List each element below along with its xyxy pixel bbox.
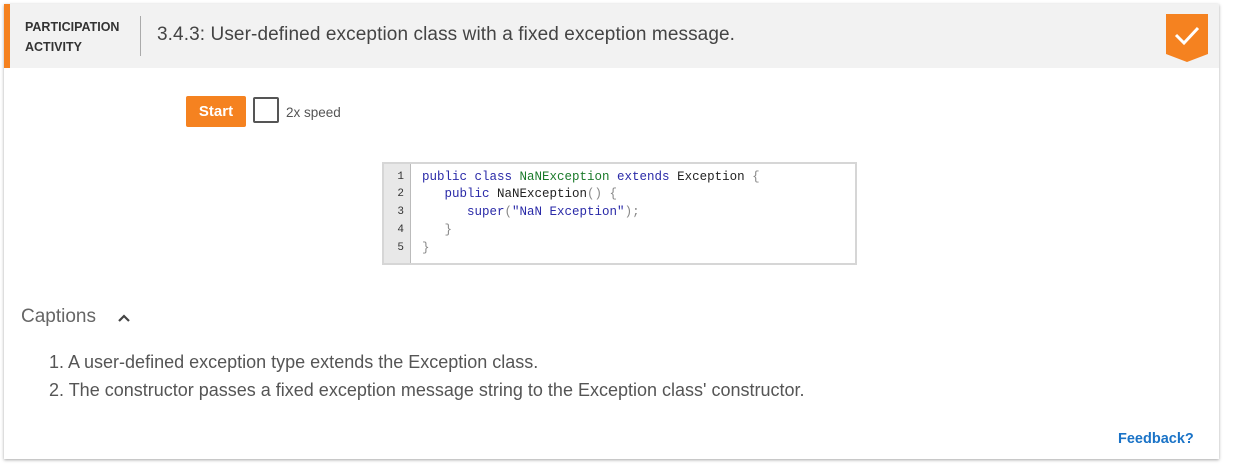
activity-body: Start 2x speed 1 2 3 4 5 public class Na… [4, 68, 1219, 459]
captions-toggle[interactable]: Captions [21, 306, 96, 328]
code-line: public class NaNException extends Except… [422, 170, 760, 184]
line-number-gutter: 1 2 3 4 5 [384, 164, 411, 263]
code-line: public NaNException() { [422, 187, 618, 201]
chevron-up-icon[interactable] [116, 310, 132, 326]
participation-activity-card: PARTICIPATION ACTIVITY 3.4.3: User-defin… [4, 4, 1219, 459]
line-number: 2 [397, 188, 404, 200]
code-line: } [422, 241, 430, 255]
activity-type-label: PARTICIPATION ACTIVITY [25, 17, 135, 57]
line-number: 5 [397, 242, 404, 254]
line-number: 1 [397, 171, 404, 183]
feedback-link[interactable]: Feedback? [1118, 431, 1194, 447]
captions-list: 1. A user-defined exception type extends… [49, 348, 805, 404]
activity-type-line2: ACTIVITY [25, 40, 82, 54]
start-button[interactable]: Start [186, 96, 246, 127]
activity-type-line1: PARTICIPATION [25, 20, 120, 34]
code-line: super("NaN Exception"); [422, 205, 640, 219]
speed-checkbox[interactable] [253, 97, 279, 123]
code-line: } [422, 223, 453, 237]
caption-item: 1. A user-defined exception type extends… [49, 352, 539, 372]
header-divider [140, 16, 141, 56]
checkmark-icon [1166, 14, 1208, 62]
line-number: 4 [397, 224, 404, 236]
activity-header: PARTICIPATION ACTIVITY 3.4.3: User-defin… [4, 4, 1219, 68]
activity-title: 3.4.3: User-defined exception class with… [157, 24, 736, 45]
speed-label: 2x speed [286, 105, 341, 120]
line-number: 3 [397, 206, 404, 218]
code-panel: 1 2 3 4 5 public class NaNException exte… [382, 162, 857, 265]
header-accent-bar [4, 4, 10, 68]
caption-item: 2. The constructor passes a fixed except… [49, 380, 805, 400]
